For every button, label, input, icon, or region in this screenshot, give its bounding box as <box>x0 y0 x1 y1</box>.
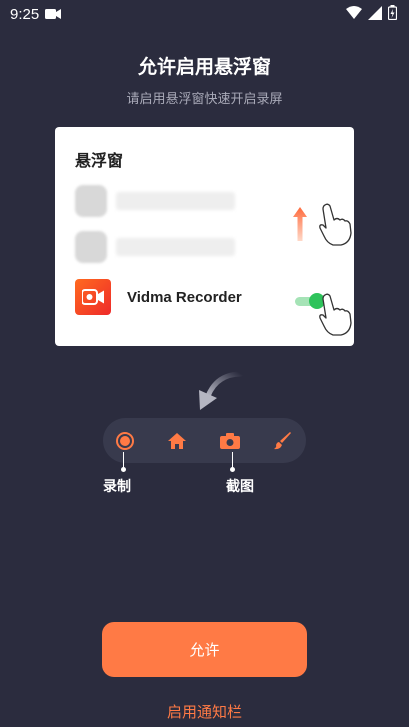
placeholder-app-icon <box>75 231 107 263</box>
wifi-icon <box>346 5 362 24</box>
camera-icon <box>217 428 243 454</box>
page-title: 允许启用悬浮窗 <box>137 56 271 78</box>
status-left: 9:25 <box>10 5 62 24</box>
arrow-up-icon <box>293 207 307 245</box>
screenshot-connector-line <box>232 452 233 468</box>
signal-icon <box>368 5 382 24</box>
pointing-hand-icon <box>317 293 353 341</box>
placeholder-app-icon <box>75 185 107 217</box>
placeholder-app-name <box>116 192 235 210</box>
battery-charging-icon <box>387 4 398 24</box>
record-icon <box>112 428 138 454</box>
record-connector-dot <box>121 467 126 472</box>
brush-icon <box>270 428 296 454</box>
status-right <box>346 4 398 24</box>
placeholder-app-name <box>116 238 235 256</box>
status-time: 9:25 <box>10 5 40 23</box>
page-subtitle: 请启用悬浮窗快速开启录屏 <box>126 92 283 107</box>
screenshot-label: 截图 <box>226 479 254 495</box>
status-bar: 9:25 <box>0 0 409 28</box>
vidma-recorder-app-icon <box>75 279 111 315</box>
app-name: Vidma Recorder <box>127 289 242 306</box>
floating-toolbar-illustration <box>103 418 306 463</box>
screenshot-connector-dot <box>230 467 235 472</box>
curved-arrow-icon <box>195 370 245 416</box>
pointing-hand-icon <box>317 203 353 251</box>
enable-notification-bar-link[interactable]: 启用通知栏 <box>0 701 409 722</box>
home-icon <box>164 428 190 454</box>
video-record-icon <box>45 5 62 24</box>
card-title: 悬浮窗 <box>75 151 124 170</box>
record-label: 录制 <box>103 479 131 495</box>
floating-window-illustration-card: 悬浮窗 Vidma Recorder <box>55 127 354 346</box>
record-connector-line <box>123 452 124 468</box>
allow-button[interactable]: 允许 <box>102 622 307 677</box>
